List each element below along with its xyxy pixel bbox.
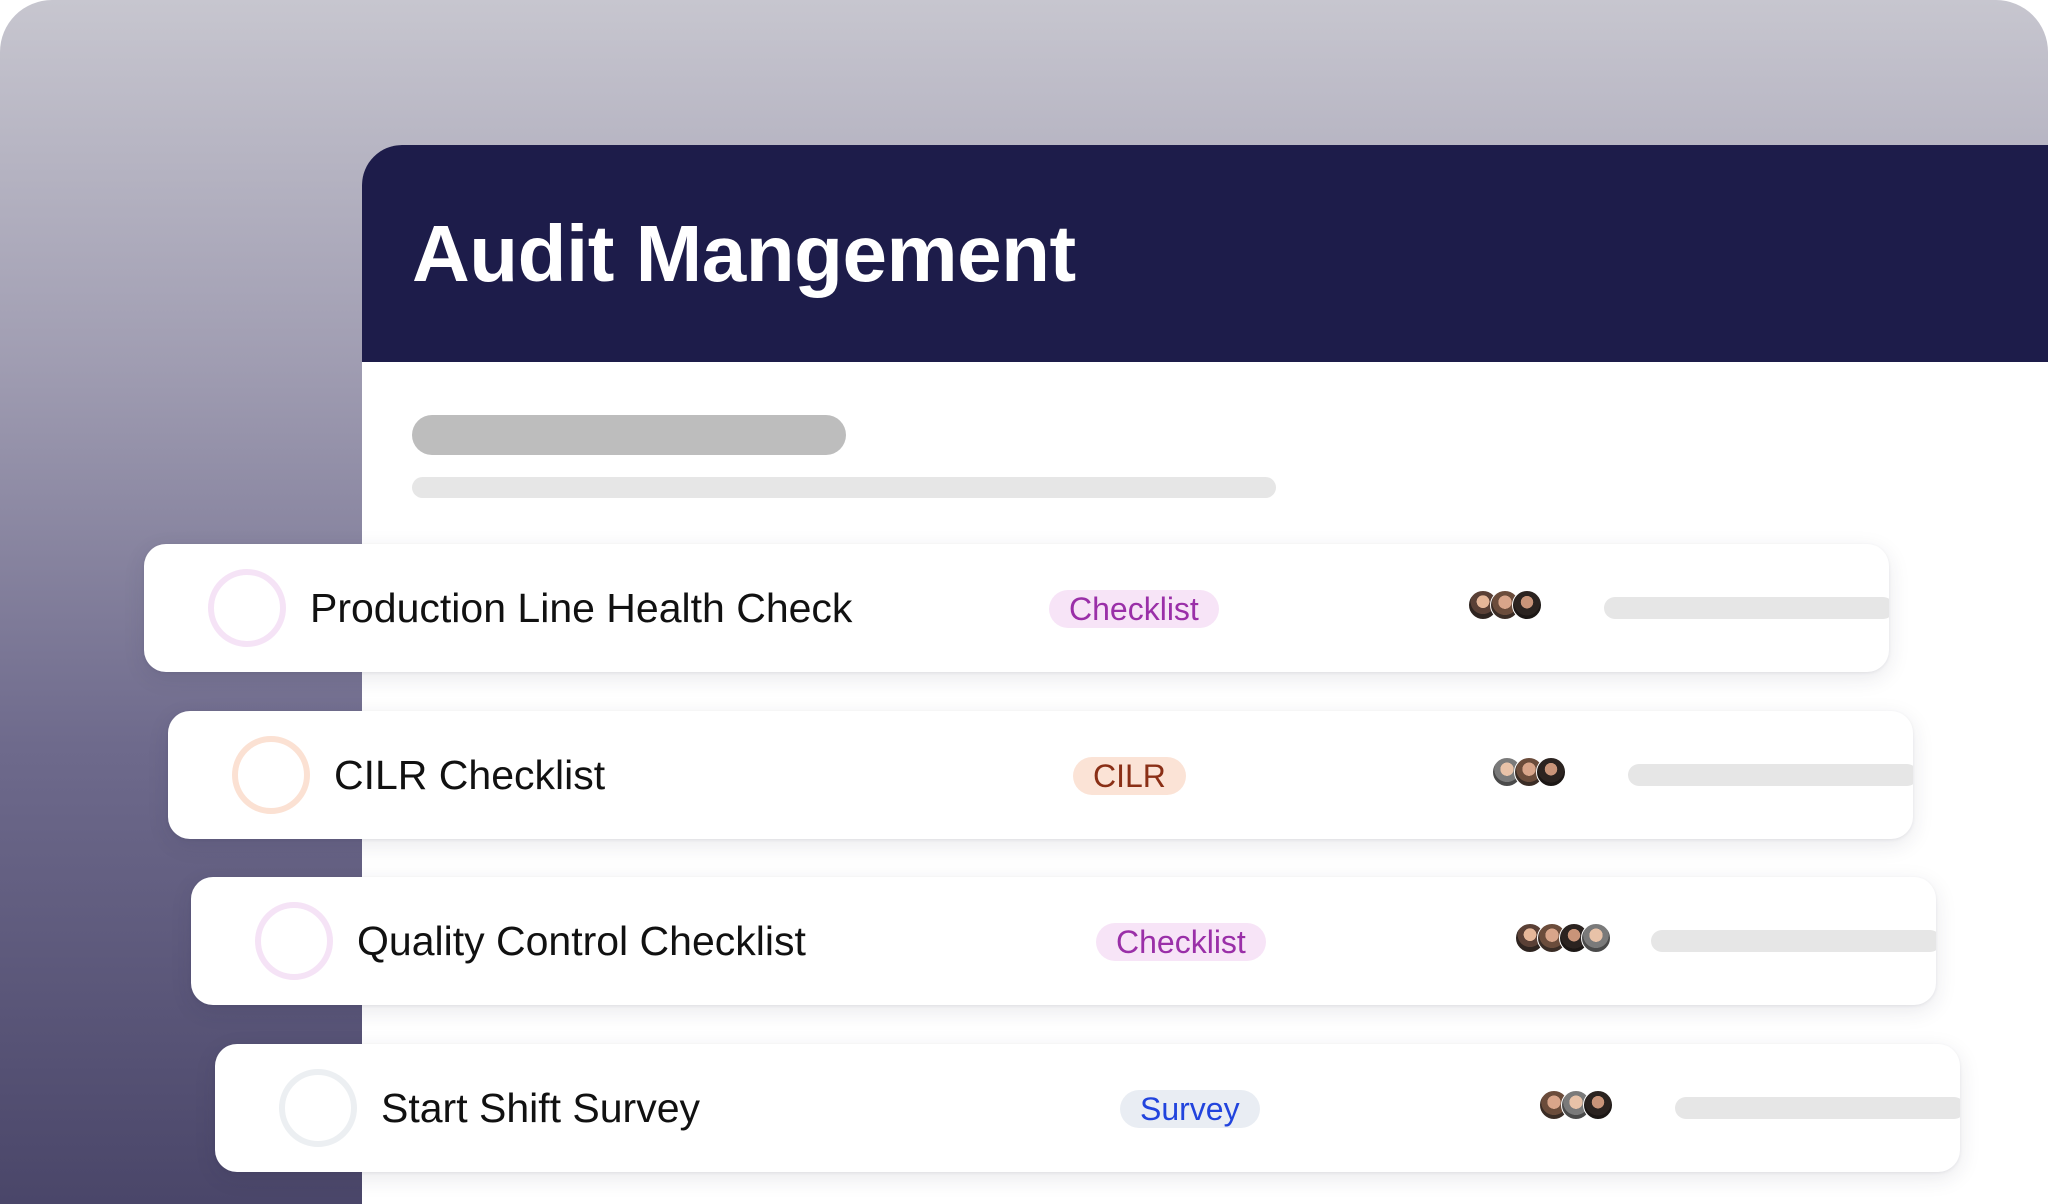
audit-type-tag: Checklist [1049, 590, 1219, 628]
assignee-avatars[interactable] [1492, 757, 1566, 787]
status-circle-icon[interactable] [232, 736, 310, 814]
audit-type-tag: Survey [1120, 1090, 1260, 1128]
status-circle-icon[interactable] [279, 1069, 357, 1147]
progress-bar-skeleton [1675, 1097, 1960, 1119]
placeholder-heading-skeleton [412, 415, 846, 455]
audit-title: CILR Checklist [334, 752, 606, 798]
avatar [1536, 757, 1566, 787]
audit-title: Quality Control Checklist [357, 918, 806, 964]
panel-header: Audit Mangement [362, 145, 2048, 362]
status-circle-icon[interactable] [208, 569, 286, 647]
avatar [1581, 923, 1611, 953]
status-circle-icon[interactable] [255, 902, 333, 980]
audit-title: Start Shift Survey [381, 1085, 701, 1131]
audit-row-production-line-health-check[interactable]: Production Line Health Check Checklist [144, 544, 1889, 672]
assignee-avatars[interactable] [1515, 923, 1611, 953]
progress-bar-skeleton [1651, 930, 1936, 952]
page-title: Audit Mangement [412, 208, 1076, 298]
audit-row-cilr-checklist[interactable]: CILR Checklist CILR [168, 711, 1913, 839]
assignee-avatars[interactable] [1468, 590, 1542, 620]
background: Audit Mangement Production Line Health C… [0, 0, 2048, 1204]
audit-row-quality-control-checklist[interactable]: Quality Control Checklist Checklist [191, 877, 1936, 1005]
progress-bar-skeleton [1604, 597, 1889, 619]
assignee-avatars[interactable] [1539, 1090, 1613, 1120]
audit-type-tag: Checklist [1096, 923, 1266, 961]
audit-type-tag: CILR [1073, 757, 1186, 795]
avatar [1583, 1090, 1613, 1120]
avatar [1512, 590, 1542, 620]
progress-bar-skeleton [1628, 764, 1913, 786]
placeholder-subtitle-skeleton [412, 477, 1276, 498]
audit-row-start-shift-survey[interactable]: Start Shift Survey Survey [215, 1044, 1960, 1172]
audit-title: Production Line Health Check [310, 585, 853, 631]
